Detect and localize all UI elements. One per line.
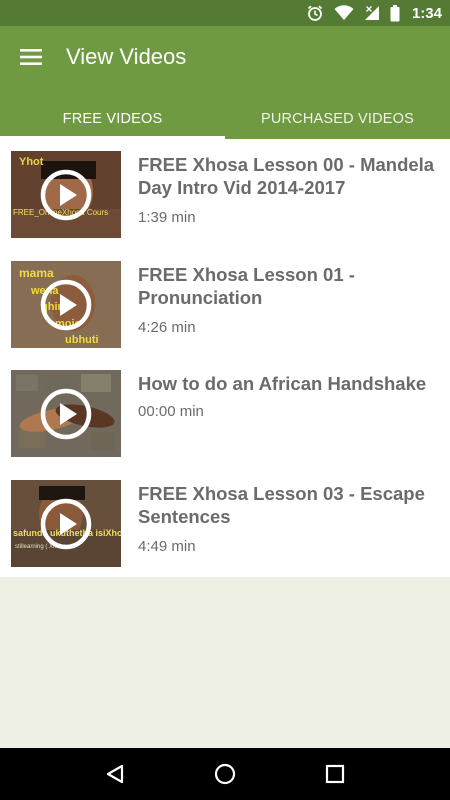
video-duration: 00:00 min — [138, 403, 204, 420]
alarm-icon — [306, 0, 324, 26]
video-list-item[interactable]: Yhot FREE_OnlineXhosa Cours FREE Xhosa L… — [0, 139, 450, 249]
play-icon — [40, 279, 92, 330]
system-nav-bar — [0, 748, 450, 800]
tab-label: FREE VIDEOS — [62, 110, 163, 127]
video-thumbnail[interactable]: Yhot FREE_OnlineXhosa Cours — [11, 151, 121, 238]
status-bar: 1:34 — [0, 0, 450, 26]
play-icon — [40, 498, 92, 549]
video-list-item[interactable]: safunda ukuthetha isiXhos stillearning (… — [0, 468, 450, 578]
tab-label: PURCHASED VIDEOS — [260, 110, 415, 127]
video-list: Yhot FREE_OnlineXhosa Cours FREE Xhosa L… — [0, 139, 450, 577]
video-title: FREE Xhosa Lesson 03 - Escape Sentences — [138, 482, 425, 527]
tab-purchased-videos[interactable]: PURCHASED VIDEOS — [225, 98, 450, 139]
page-title: View Videos — [66, 44, 187, 69]
tab-free-videos[interactable]: FREE VIDEOS — [0, 98, 225, 139]
svg-text:ubhuti: ubhuti — [65, 334, 99, 346]
play-icon — [40, 169, 92, 221]
video-title: How to do an African Handshake — [138, 373, 427, 394]
play-icon — [40, 388, 92, 440]
recents-icon[interactable] — [315, 754, 355, 794]
video-duration: 1:39 min — [138, 209, 196, 226]
signal-icon — [364, 0, 380, 26]
video-list-item[interactable]: How to do an African Handshake 00:00 min — [0, 358, 450, 468]
tab-bar: FREE VIDEOS PURCHASED VIDEOS — [0, 98, 450, 139]
video-thumbnail[interactable]: safunda ukuthetha isiXhos stillearning (… — [11, 479, 121, 567]
wifi-icon — [334, 0, 354, 26]
hamburger-menu-icon[interactable] — [18, 45, 44, 69]
video-list-item[interactable]: mama wena qhira mojo ubhuti FREE Xhosa L… — [0, 249, 450, 359]
battery-icon — [390, 0, 400, 26]
video-duration: 4:26 min — [138, 318, 196, 336]
empty-area — [0, 577, 450, 748]
app-bar: View Videos FREE VIDEOS PURCHASED VIDEOS — [0, 26, 450, 139]
video-thumbnail[interactable] — [11, 370, 121, 457]
video-duration: 4:49 min — [138, 537, 196, 555]
video-thumbnail[interactable]: mama wena qhira mojo ubhuti — [11, 260, 121, 348]
video-title: FREE Xhosa Lesson 01 - Pronunciation — [138, 263, 355, 308]
svg-text:mama: mama — [19, 266, 54, 280]
svg-text:Yhot: Yhot — [19, 156, 44, 168]
back-icon[interactable] — [95, 754, 135, 794]
status-time: 1:34 — [411, 4, 442, 22]
video-title: FREE Xhosa Lesson 00 - Mandela Day Intro… — [138, 154, 435, 198]
home-icon[interactable] — [205, 754, 245, 794]
